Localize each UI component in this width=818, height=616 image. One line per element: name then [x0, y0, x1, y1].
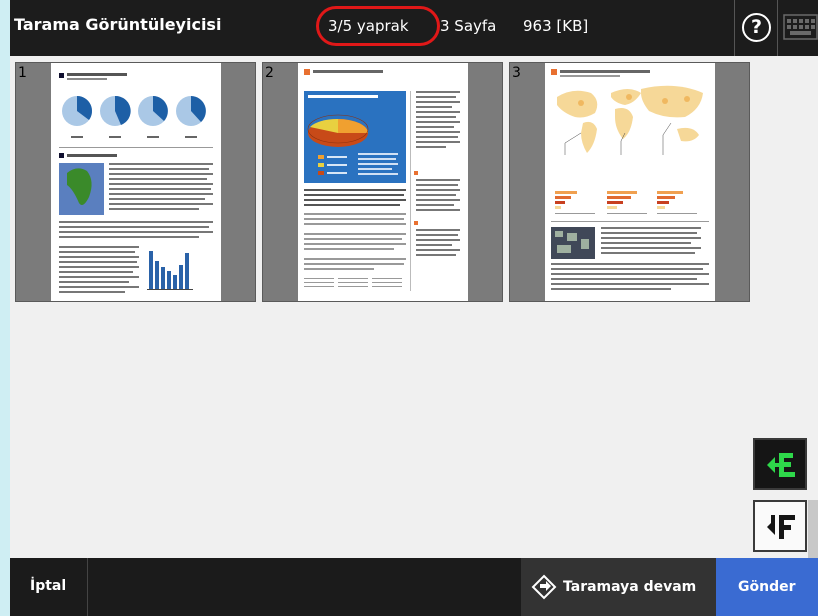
app-title: Tarama Görüntüleyicisi: [14, 15, 222, 34]
document-page-image: [59, 73, 213, 293]
page-thumbnail-1[interactable]: 1: [15, 62, 256, 302]
send-button[interactable]: Gönder: [716, 558, 818, 616]
sort-descending-icon: [767, 515, 795, 539]
page-preview-1: [51, 63, 221, 301]
thumbnail-number: 3: [512, 65, 521, 81]
scan-diamond-icon: [531, 574, 557, 600]
footer-bar: İptal Taramaya devam Gönder: [10, 558, 818, 616]
page-preview-2: [298, 63, 468, 301]
page-count: 3 Sayfa: [440, 17, 497, 35]
sort-ascending-icon: [767, 453, 795, 477]
continue-scanning-label: Taramaya devam: [563, 579, 697, 595]
question-mark-icon: ?: [750, 16, 763, 38]
thumbnail-number: 1: [18, 65, 27, 81]
cancel-button[interactable]: İptal: [10, 558, 88, 616]
sort-descending-button[interactable]: [753, 500, 807, 552]
sort-ascending-button[interactable]: [753, 438, 807, 490]
header-divider: [777, 0, 778, 56]
keyboard-button[interactable]: [783, 14, 818, 40]
page-thumbnail-2[interactable]: 2: [262, 62, 503, 302]
continue-scanning-button[interactable]: Taramaya devam: [521, 558, 716, 616]
sheet-count: 3/5 yaprak: [328, 17, 409, 35]
help-button[interactable]: ?: [742, 13, 771, 42]
send-label: Gönder: [738, 579, 796, 595]
cancel-label: İptal: [30, 578, 67, 594]
file-size: 963 [KB]: [523, 17, 589, 35]
header-bar: Tarama Görüntüleyicisi 3/5 yaprak 3 Sayf…: [10, 0, 818, 56]
document-page-image: [551, 69, 709, 290]
thumbnail-number: 2: [265, 65, 274, 81]
scan-viewer-window: Tarama Görüntüleyicisi 3/5 yaprak 3 Sayf…: [10, 0, 818, 616]
header-divider: [734, 0, 735, 56]
scroll-track: [808, 500, 818, 558]
page-preview-3: [545, 63, 715, 301]
document-page-image: [304, 69, 460, 291]
keyboard-icon: [783, 14, 818, 40]
page-thumbnail-3[interactable]: 3: [509, 62, 750, 302]
